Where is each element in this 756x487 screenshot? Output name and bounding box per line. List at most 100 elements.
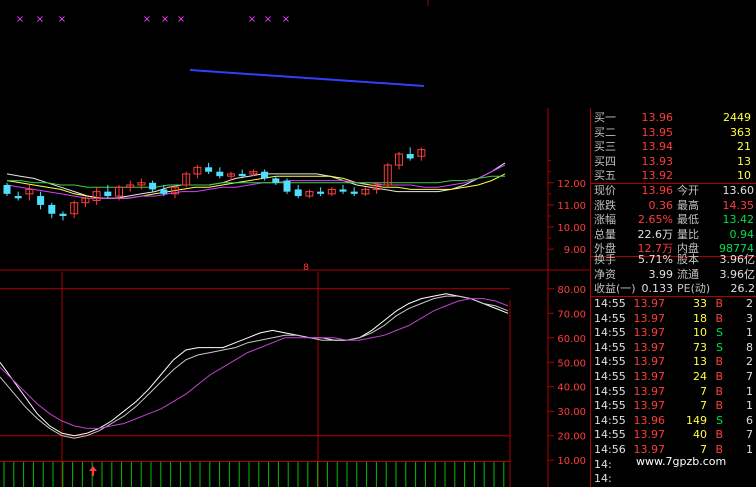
candle-body-down <box>261 171 269 179</box>
trade-count: 1 <box>746 384 753 398</box>
candle-body-down <box>149 182 157 190</box>
candle-body-down <box>406 154 414 159</box>
indicator-tick-label: 10.00 <box>557 456 586 467</box>
indicator-tick-label: 30.00 <box>557 407 586 418</box>
trade-side: B <box>715 355 723 369</box>
fundamental-value: 3.99 <box>648 267 674 281</box>
signal-marker: × <box>177 14 185 25</box>
trade-volume: 7 <box>700 384 707 398</box>
price-tick-label: 10.00 <box>557 223 586 234</box>
bid-label: 买五 <box>594 169 616 183</box>
indicator-tick-label: 50.00 <box>557 358 586 369</box>
bid-volume: 2449 <box>723 111 751 124</box>
trade-row: 14:55 13.97 10 S 1 <box>591 326 756 340</box>
fundamental-label: 换手 <box>594 253 616 266</box>
trade-count: 2 <box>746 355 753 369</box>
moving-average-line <box>6 164 506 199</box>
trade-side: B <box>715 399 723 413</box>
trade-volume: 13 <box>693 355 707 369</box>
candle-body-down <box>339 189 347 192</box>
bid-price: 13.92 <box>641 169 674 183</box>
trade-row: 14: <box>591 472 756 486</box>
trade-volume: 40 <box>693 428 707 442</box>
trade-volume: 73 <box>693 340 707 354</box>
candle-body-down <box>3 185 11 194</box>
bid-volume: 363 <box>730 125 751 139</box>
candle-body-down <box>216 171 224 177</box>
fundamental-label: 流通 <box>677 267 699 281</box>
stat-row: 总量 22.6万 量比 0.94 <box>591 228 756 242</box>
indicator-annotation: 8 <box>303 263 309 273</box>
buy-arrow-icon <box>89 466 97 476</box>
signal-marker: × <box>143 14 151 25</box>
stat-label: 总量 <box>594 227 616 241</box>
trade-volume: 18 <box>693 311 707 325</box>
trade-side: S <box>716 340 723 354</box>
candle-body-down <box>48 204 56 214</box>
indicator-tick-label: 60.00 <box>557 334 586 345</box>
candle-body-down <box>160 189 168 194</box>
trade-side: S <box>716 413 723 427</box>
trade-row: 14:55 13.97 7 B 1 <box>591 399 756 413</box>
bid-volume: 10 <box>737 169 751 183</box>
bid-row: 买三 13.94 21 <box>591 140 756 154</box>
candle-body-down <box>14 196 22 199</box>
bid-row: 买五 13.92 10 <box>591 169 756 183</box>
indicator-tick-label: 40.00 <box>557 383 586 394</box>
stat-value: 0.36 <box>648 198 674 212</box>
fundamental-value: 26.2 <box>730 282 756 296</box>
stat-value: 13.42 <box>722 213 755 227</box>
signal-marker: × <box>16 14 24 25</box>
signal-marker: × <box>58 14 66 25</box>
fundamental-row: 净资 3.99 流通 3.96亿 <box>591 268 756 282</box>
bid-label: 买一 <box>594 111 616 124</box>
stat-label: 涨幅 <box>594 213 616 227</box>
trade-volume: 7 <box>700 399 707 413</box>
price-tick-label: 9.00 <box>564 245 586 256</box>
indicator-line <box>0 298 509 429</box>
trade-row: 14:55 13.97 33 B 2 <box>591 297 756 311</box>
indicator-line <box>0 295 509 439</box>
chart-area[interactable]: 12.00 11.00 10.00 9.00 × × × × × × × × × 80.00 70.00 60… <box>0 0 590 487</box>
bid-price: 13.94 <box>641 140 674 154</box>
quote-panel: 买一 13.96 2449 买二 13.95 363 买三 13.94 21 买四 13.93 13 买… <box>590 108 756 487</box>
stat-value: 13.60 <box>722 184 755 197</box>
fundamental-row: 收益(一) 0.133 PE(动) 26.2 <box>591 282 756 296</box>
candle-body-down <box>37 196 45 205</box>
bid-volume: 21 <box>737 140 751 154</box>
candle-body-down <box>205 167 213 172</box>
fundamental-label: PE(动) <box>677 282 711 296</box>
candle-body-down <box>104 191 112 197</box>
candle-body-down <box>350 191 358 194</box>
trade-count: 3 <box>746 311 753 325</box>
indicator-tick-label: 80.00 <box>557 285 586 296</box>
trade-price: 13.96 <box>633 413 666 427</box>
trade-row: 14:55 13.97 40 B 7 <box>591 428 756 442</box>
trade-price: 13.97 <box>633 340 666 354</box>
trade-price: 13.97 <box>633 311 666 325</box>
candle-body-down <box>294 189 302 197</box>
bid-price: 13.96 <box>641 111 674 124</box>
trade-volume: 149 <box>686 413 707 427</box>
trade-count: 1 <box>746 326 753 340</box>
signal-marker: × <box>36 14 44 25</box>
candle-body-down <box>317 191 325 194</box>
trade-count: 7 <box>746 428 753 442</box>
stat-value: 0.94 <box>729 227 755 241</box>
trade-price: 13.97 <box>633 428 666 442</box>
bid-row: 买一 13.96 2449 <box>591 111 756 125</box>
signal-marker: × <box>264 14 272 25</box>
trade-count: 2 <box>746 297 753 310</box>
stat-label: 涨跌 <box>594 198 616 212</box>
trade-row: 14:55 13.97 18 B 3 <box>591 312 756 326</box>
watermark: www.7gpzb.com <box>636 455 727 468</box>
stat-value: 2.65% <box>638 213 673 227</box>
candle-body-down <box>59 213 67 216</box>
trade-row: 14:55 13.97 13 B 2 <box>591 355 756 369</box>
trade-count: 8 <box>746 340 753 354</box>
stat-row: 现价 13.96 今开 13.60 <box>591 184 756 198</box>
signal-marker: × <box>161 14 169 25</box>
trade-row: 14:55 13.97 7 B 1 <box>591 385 756 399</box>
trade-side: B <box>715 370 723 383</box>
trade-volume: 10 <box>693 326 707 340</box>
